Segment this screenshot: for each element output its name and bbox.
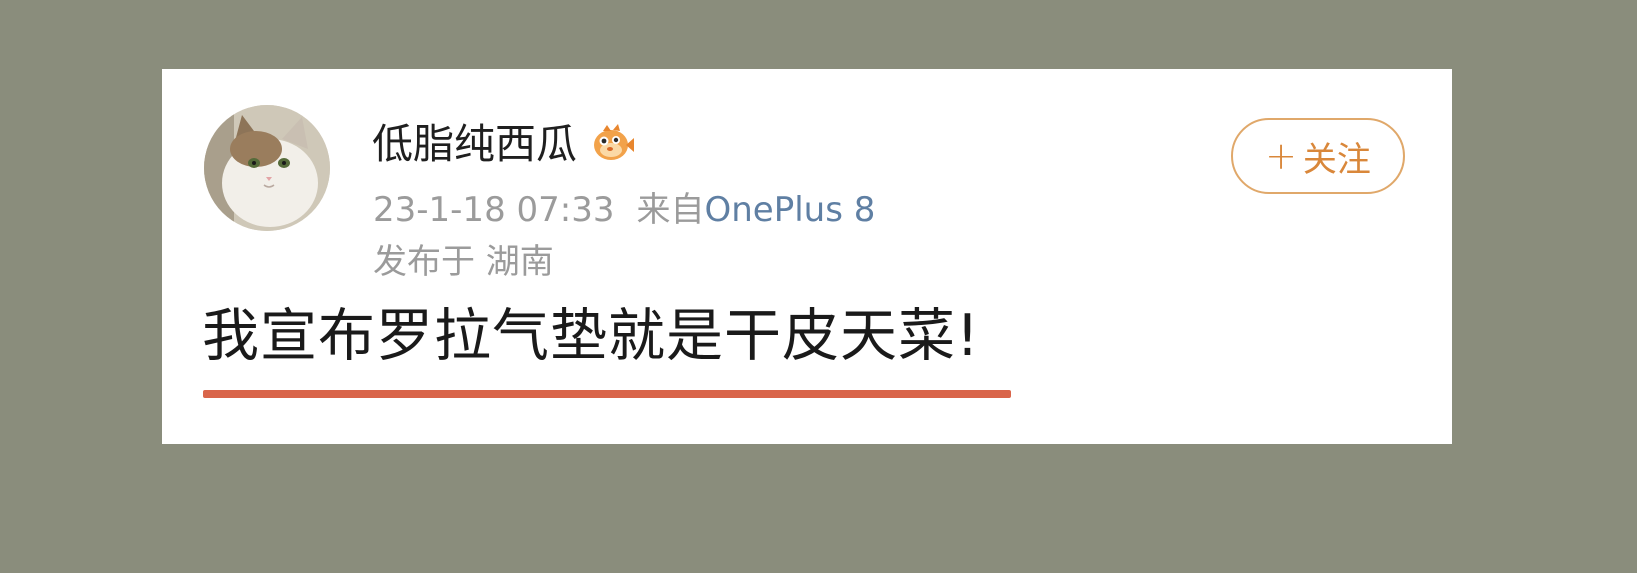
plus-icon: + <box>1265 134 1297 178</box>
follow-button[interactable]: + 关注 <box>1231 118 1405 194</box>
post-timestamp: 23-1-18 07:33 <box>373 190 615 230</box>
post-content: 我宣布罗拉气垫就是干皮天菜! <box>202 303 980 369</box>
highlight-underline <box>203 390 1011 398</box>
avatar[interactable] <box>204 105 330 231</box>
device-link[interactable]: OnePlus 8 <box>705 190 876 230</box>
username-row: 低脂纯西瓜 <box>372 119 635 169</box>
follow-label: 关注 <box>1302 139 1371 180</box>
weibo-post-card: 低脂纯西瓜 23-1-18 07:33 来自OnePlus 8 发布于 湖南 + … <box>162 69 1452 444</box>
pufferfish-badge-icon <box>589 122 635 166</box>
cat-avatar-image <box>204 105 330 231</box>
post-meta: 23-1-18 07:33 来自OnePlus 8 <box>373 189 875 231</box>
username[interactable]: 低脂纯西瓜 <box>372 119 577 169</box>
post-location: 发布于 湖南 <box>373 242 554 282</box>
source-prefix: 来自 <box>636 190 705 230</box>
